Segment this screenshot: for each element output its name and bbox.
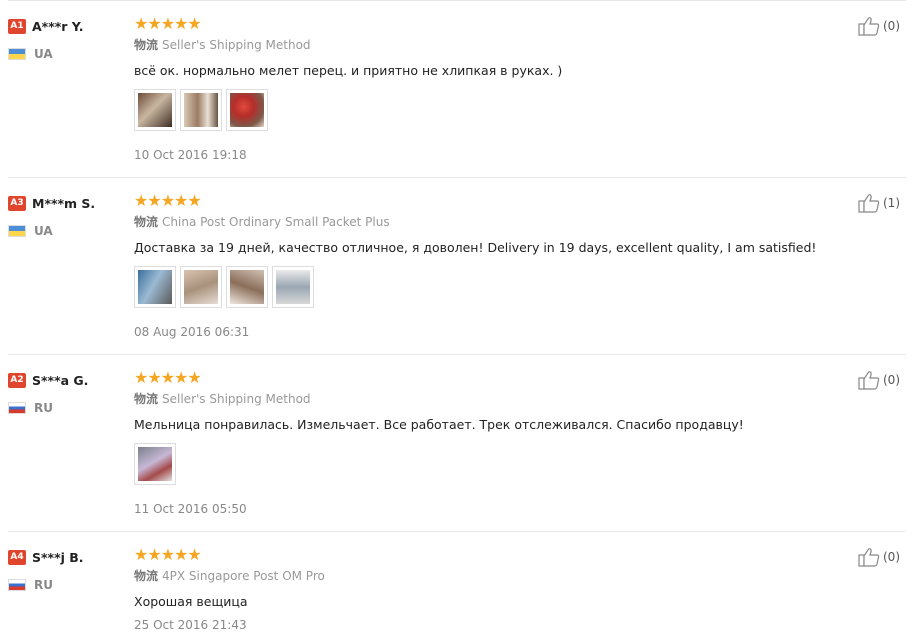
review-body: ★★★★★ 物流 4PX Singapore Post OM Pro Хороша… [134, 546, 814, 633]
review-photo-thumbnail[interactable] [134, 443, 176, 485]
photo-image [138, 270, 172, 304]
buyer-level-badge: A2 [8, 373, 26, 388]
review-item: A4 S***j B. RU ★★★★★ 物流 4PX Singapore Post… [8, 531, 906, 640]
review-item: A2 S***a G. RU ★★★★★ 物流 Seller's Shipping … [8, 354, 906, 532]
review-item: A1 A***r Y. UA ★★★★★ 物流 Seller's Shipping … [8, 0, 906, 178]
country-code: RU [34, 401, 53, 415]
shipping-label: 物流 [134, 569, 159, 583]
country-code: UA [34, 47, 53, 61]
review-body: ★★★★★ 物流 Seller's Shipping Method Мельниц… [134, 369, 814, 517]
helpful-button[interactable]: (1) [858, 193, 900, 213]
shipping-label: 物流 [134, 215, 159, 229]
review-photo-thumbnail[interactable] [272, 266, 314, 308]
helpful-button[interactable]: (0) [858, 16, 900, 36]
review-date: 10 Oct 2016 19:18 [134, 148, 247, 162]
shipping-method-name: Seller's Shipping Method [162, 38, 311, 52]
photo-image [276, 270, 310, 304]
thumbs-up-icon [858, 194, 880, 213]
helpful-count: (0) [883, 373, 900, 387]
reviewer-country: UA [8, 47, 128, 61]
review-date: 08 Aug 2016 06:31 [134, 325, 250, 339]
reviewer-name[interactable]: S***a G. [32, 373, 88, 388]
reviewer-info: A2 S***a G. RU [8, 370, 128, 415]
reviewer-name[interactable]: S***j B. [32, 550, 84, 565]
photo-image [138, 447, 172, 481]
star-rating-icon: ★★★★★ [134, 191, 202, 210]
reviewer-info: A4 S***j B. RU [8, 547, 128, 592]
star-rating-icon: ★★★★★ [134, 14, 202, 33]
photo-image [230, 93, 264, 127]
reviewer-info: A1 A***r Y. UA [8, 16, 128, 61]
shipping-method-name: Seller's Shipping Method [162, 392, 311, 406]
shipping-method: 物流 Seller's Shipping Method [134, 37, 814, 53]
helpful-count: (1) [883, 196, 900, 210]
star-rating-icon: ★★★★★ [134, 545, 202, 564]
review-photo-thumbnail[interactable] [180, 89, 222, 131]
reviewer-country: RU [8, 578, 128, 592]
review-date: 25 Oct 2016 21:43 [134, 618, 247, 632]
shipping-method: 物流 4PX Singapore Post OM Pro [134, 568, 814, 584]
reviewer-name[interactable]: M***m S. [32, 196, 95, 211]
reviewer-name[interactable]: A***r Y. [32, 19, 84, 34]
review-photo-thumbnail[interactable] [134, 266, 176, 308]
russia-flag-icon [8, 402, 26, 414]
ukraine-flag-icon [8, 225, 26, 237]
buyer-level-badge: A4 [8, 550, 26, 565]
russia-flag-icon [8, 579, 26, 591]
shipping-label: 物流 [134, 392, 159, 406]
review-photos [134, 266, 814, 310]
review-text: Хорошая вещица [134, 594, 248, 609]
review-text: Доставка за 19 дней, качество отличное, … [134, 240, 817, 255]
buyer-level-badge: A3 [8, 196, 26, 211]
feedback-list: A1 A***r Y. UA ★★★★★ 物流 Seller's Shipping … [0, 0, 914, 639]
review-text: Мельница понравилась. Измельчает. Все ра… [134, 417, 744, 432]
country-code: RU [34, 578, 53, 592]
review-text: всё ок. нормально мелет перец. и приятно… [134, 63, 563, 78]
shipping-method-name: 4PX Singapore Post OM Pro [162, 569, 325, 583]
helpful-count: (0) [883, 550, 900, 564]
thumbs-up-icon [858, 548, 880, 567]
helpful-button[interactable]: (0) [858, 547, 900, 567]
reviewer-info: A3 M***m S. UA [8, 193, 128, 238]
shipping-label: 物流 [134, 38, 159, 52]
thumbs-up-icon [858, 371, 880, 390]
buyer-level-badge: A1 [8, 19, 26, 34]
reviewer-country: UA [8, 224, 128, 238]
review-photo-thumbnail[interactable] [180, 266, 222, 308]
photo-image [138, 93, 172, 127]
ukraine-flag-icon [8, 48, 26, 60]
star-rating-icon: ★★★★★ [134, 368, 202, 387]
shipping-method: 物流 Seller's Shipping Method [134, 391, 814, 407]
photo-image [230, 270, 264, 304]
review-date: 11 Oct 2016 05:50 [134, 502, 247, 516]
review-body: ★★★★★ 物流 China Post Ordinary Small Packet… [134, 191, 817, 340]
shipping-method-name: China Post Ordinary Small Packet Plus [162, 215, 390, 229]
photo-image [184, 270, 218, 304]
review-item: A3 M***m S. UA ★★★★★ 物流 China Post Ordinar… [8, 177, 906, 355]
thumbs-up-icon [858, 17, 880, 36]
reviewer-country: RU [8, 401, 128, 415]
review-photos [134, 89, 814, 133]
photo-image [184, 93, 218, 127]
review-photo-thumbnail[interactable] [226, 266, 268, 308]
review-photo-thumbnail[interactable] [226, 89, 268, 131]
shipping-method: 物流 China Post Ordinary Small Packet Plus [134, 214, 814, 230]
helpful-button[interactable]: (0) [858, 370, 900, 390]
review-photos [134, 443, 814, 487]
country-code: UA [34, 224, 53, 238]
review-body: ★★★★★ 物流 Seller's Shipping Method всё ок.… [134, 15, 814, 163]
helpful-count: (0) [883, 19, 900, 33]
review-photo-thumbnail[interactable] [134, 89, 176, 131]
